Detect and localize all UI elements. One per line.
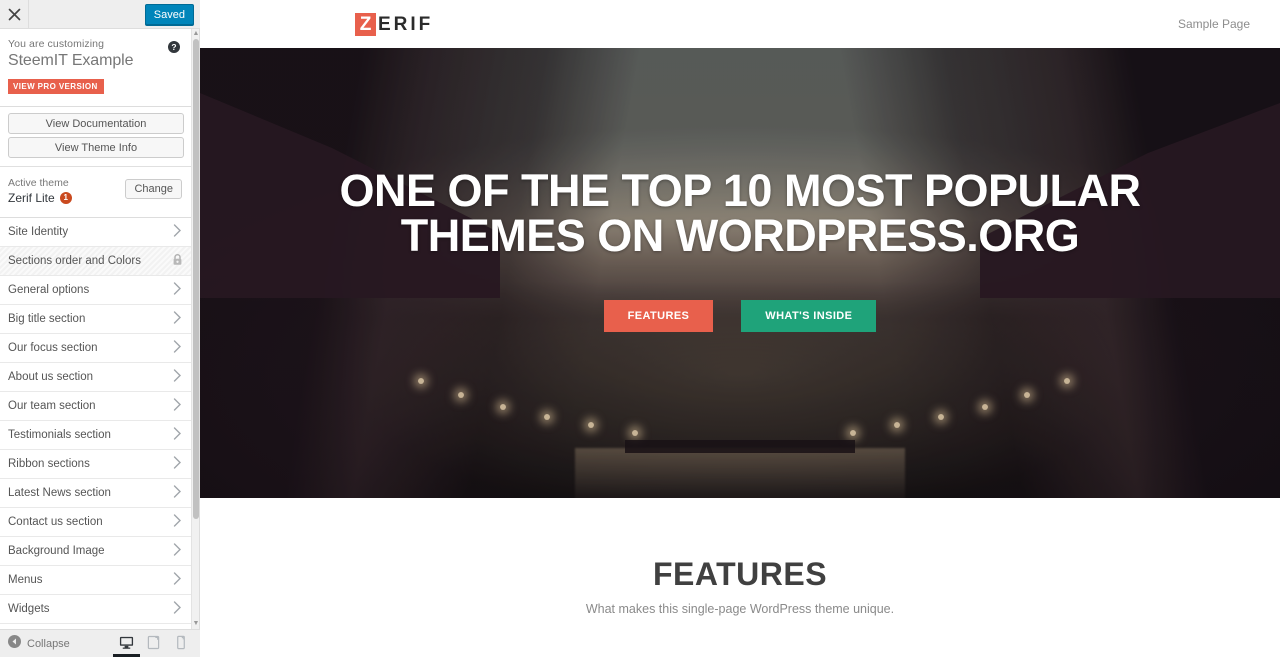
close-icon[interactable] [0,0,29,28]
chevron-right-icon[interactable] [173,572,182,588]
active-theme-row: Active theme Zerif Lite 1 Change [0,167,192,218]
hero-title-line-1: ONE OF THE TOP 10 MOST POPULAR [339,165,1141,216]
theme-links: View Documentation View Theme Info [0,107,192,167]
hero-buttons: FEATURES WHAT'S INSIDE [240,300,1240,332]
site-logo[interactable]: Z ERIF [355,13,433,36]
panel-row-label: Latest News section [8,487,111,499]
panel-row-label: Background Image [8,545,105,557]
chevron-right-icon[interactable] [173,398,182,414]
panel-row-general-options[interactable]: General options [0,276,192,305]
site-logo-mark: Z [355,13,376,36]
chevron-right-icon[interactable] [173,456,182,472]
mobile-icon[interactable] [167,630,194,657]
active-theme-name: Zerif Lite [8,191,55,205]
customizer-app: Saved You are customizing SteemIT Exampl… [0,0,1280,657]
panel-row-label: Ribbon sections [8,458,90,470]
panel-row-label: General options [8,284,90,296]
chevron-right-icon[interactable] [173,601,182,617]
view-pro-version-badge[interactable]: VIEW PRO VERSION [8,79,104,94]
collapse-label: Collapse [27,637,70,650]
site-nav: Sample Page [1178,0,1250,48]
hero-content: ONE OF THE TOP 10 MOST POPULAR THEMES ON… [200,168,1280,332]
features-section: FEATURES What makes this single-page Wor… [200,498,1280,616]
hero-section: ONE OF THE TOP 10 MOST POPULAR THEMES ON… [200,48,1280,498]
hero-features-button[interactable]: FEATURES [603,300,714,332]
panel-row-label: Site Identity [8,226,69,238]
panel-row-testimonials-section[interactable]: Testimonials section [0,421,192,450]
panel-row-label: Our team section [8,400,96,412]
sidebar-scrollbar-thumb[interactable] [193,39,199,519]
tablet-icon[interactable] [140,630,167,657]
chevron-right-icon[interactable] [173,514,182,530]
customizer-sidebar: Saved You are customizing SteemIT Exampl… [0,0,200,657]
panel-row-label: Testimonials section [8,429,111,441]
hero-title-line-2: THEMES ON WORDPRESS.ORG [400,210,1080,261]
scroll-down-arrow-icon[interactable]: ▼ [192,619,200,629]
svg-text:?: ? [171,42,176,52]
site-logo-text: ERIF [378,13,434,35]
panel-row-label: About us section [8,371,94,383]
customizer-topbar: Saved [0,0,200,29]
chevron-right-icon[interactable] [173,282,182,298]
panel-row-sections-order-and-colors[interactable]: Sections order and Colors [0,247,192,276]
collapse-button[interactable]: Collapse [0,634,70,653]
chevron-right-icon[interactable] [173,340,182,356]
view-theme-info-button[interactable]: View Theme Info [8,137,184,158]
theme-update-badge: 1 [59,192,72,204]
customizer-scroll-pane: You are customizing SteemIT Example VIEW… [0,29,192,629]
panel-row-widgets[interactable]: Widgets [0,595,192,624]
hero-whats-inside-button[interactable]: WHAT'S INSIDE [741,300,877,332]
change-theme-button[interactable]: Change [125,179,182,199]
panel-row-label: Big title section [8,313,86,325]
desktop-icon[interactable] [113,630,140,657]
device-preview-buttons [113,630,194,657]
help-circle-icon[interactable]: ? [168,40,180,53]
collapse-arrow-icon [8,634,21,653]
panel-row-about-us-section[interactable]: About us section [0,363,192,392]
panel-row-site-identity[interactable]: Site Identity [0,218,192,247]
view-documentation-button[interactable]: View Documentation [8,113,184,134]
site-title: SteemIT Example [8,52,134,69]
panel-row-our-team-section[interactable]: Our team section [0,392,192,421]
customizing-label: You are customizing [8,38,105,50]
customizer-footer: Collapse [0,629,200,657]
hero-title: ONE OF THE TOP 10 MOST POPULAR THEMES ON… [240,168,1240,258]
scroll-up-arrow-icon[interactable]: ▲ [192,29,200,39]
nav-item-sample-page[interactable]: Sample Page [1178,17,1250,31]
chevron-right-icon[interactable] [173,485,182,501]
panel-row-label: Our focus section [8,342,98,354]
panel-row-big-title-section[interactable]: Big title section [0,305,192,334]
panel-row-label: Sections order and Colors [8,255,141,267]
customizing-header: You are customizing SteemIT Example VIEW… [0,29,192,107]
chevron-right-icon[interactable] [173,369,182,385]
lock-icon [172,253,183,269]
panel-row-label: Menus [8,574,43,586]
panel-row-label: Contact us section [8,516,103,528]
panel-row-latest-news-section[interactable]: Latest News section [0,479,192,508]
site-preview: Z ERIF Sample Page ONE OF THE TOP 10 MOS… [200,0,1280,657]
panel-row-contact-us-section[interactable]: Contact us section [0,508,192,537]
panel-row-menus[interactable]: Menus [0,566,192,595]
site-header: Z ERIF Sample Page [200,0,1280,48]
chevron-right-icon[interactable] [173,311,182,327]
features-title: FEATURES [652,556,828,592]
features-subtitle: What makes this single-page WordPress th… [585,602,895,616]
chevron-right-icon[interactable] [173,427,182,443]
chevron-right-icon[interactable] [173,224,182,240]
panel-row-background-image[interactable]: Background Image [0,537,192,566]
customizer-panel-list: Site Identity Sections order and Colors Ge… [0,218,192,624]
chevron-right-icon[interactable] [173,543,182,559]
save-button[interactable]: Saved [144,4,194,25]
panel-row-ribbon-sections[interactable]: Ribbon sections [0,450,192,479]
panel-row-label: Widgets [8,603,50,615]
sidebar-scrollbar[interactable]: ▲ ▼ [191,29,199,629]
panel-row-our-focus-section[interactable]: Our focus section [0,334,192,363]
